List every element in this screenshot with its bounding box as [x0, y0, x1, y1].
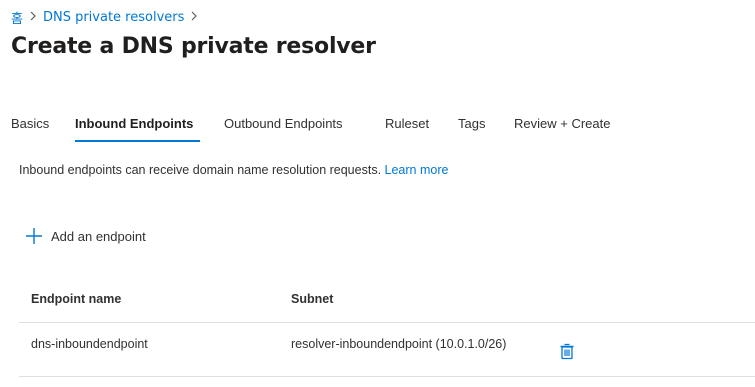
tab-review-create[interactable]: Review + Create	[514, 116, 610, 131]
tab-bar: Basics Inbound Endpoints Outbound Endpoi…	[0, 108, 755, 144]
add-endpoint-button[interactable]: Add an endpoint	[25, 227, 146, 245]
column-header-endpoint-name[interactable]: Endpoint name	[31, 292, 121, 306]
learn-more-link[interactable]: Learn more	[385, 163, 449, 177]
chevron-right-icon	[29, 10, 37, 25]
active-tab-indicator	[75, 140, 200, 142]
breadcrumb-dns-private-resolvers[interactable]: DNS private resolvers	[43, 10, 184, 25]
plus-icon	[25, 227, 43, 245]
header-divider	[19, 322, 755, 323]
endpoint-name-cell: dns-inboundendpoint	[31, 337, 148, 351]
add-endpoint-label: Add an endpoint	[51, 228, 146, 244]
tab-tags[interactable]: Tags	[458, 116, 485, 131]
page-title: Create a DNS private resolver	[11, 34, 376, 59]
breadcrumb: 홈 DNS private resolvers	[11, 8, 204, 27]
tab-inbound-endpoints[interactable]: Inbound Endpoints	[75, 116, 193, 131]
tab-outbound-endpoints[interactable]: Outbound Endpoints	[224, 116, 343, 131]
row-divider	[19, 376, 755, 377]
column-header-subnet[interactable]: Subnet	[291, 292, 333, 306]
description-text: Inbound endpoints can receive domain nam…	[19, 163, 448, 177]
breadcrumb-home[interactable]: 홈	[11, 8, 23, 27]
delete-icon[interactable]	[559, 342, 575, 360]
description-body: Inbound endpoints can receive domain nam…	[19, 163, 382, 177]
more-options-button[interactable]: ···	[353, 38, 373, 62]
subnet-cell: resolver-inboundendpoint (10.0.1.0/26)	[291, 337, 507, 351]
chevron-right-icon	[190, 10, 198, 25]
tab-ruleset[interactable]: Ruleset	[385, 116, 429, 131]
tab-basics[interactable]: Basics	[11, 116, 49, 131]
